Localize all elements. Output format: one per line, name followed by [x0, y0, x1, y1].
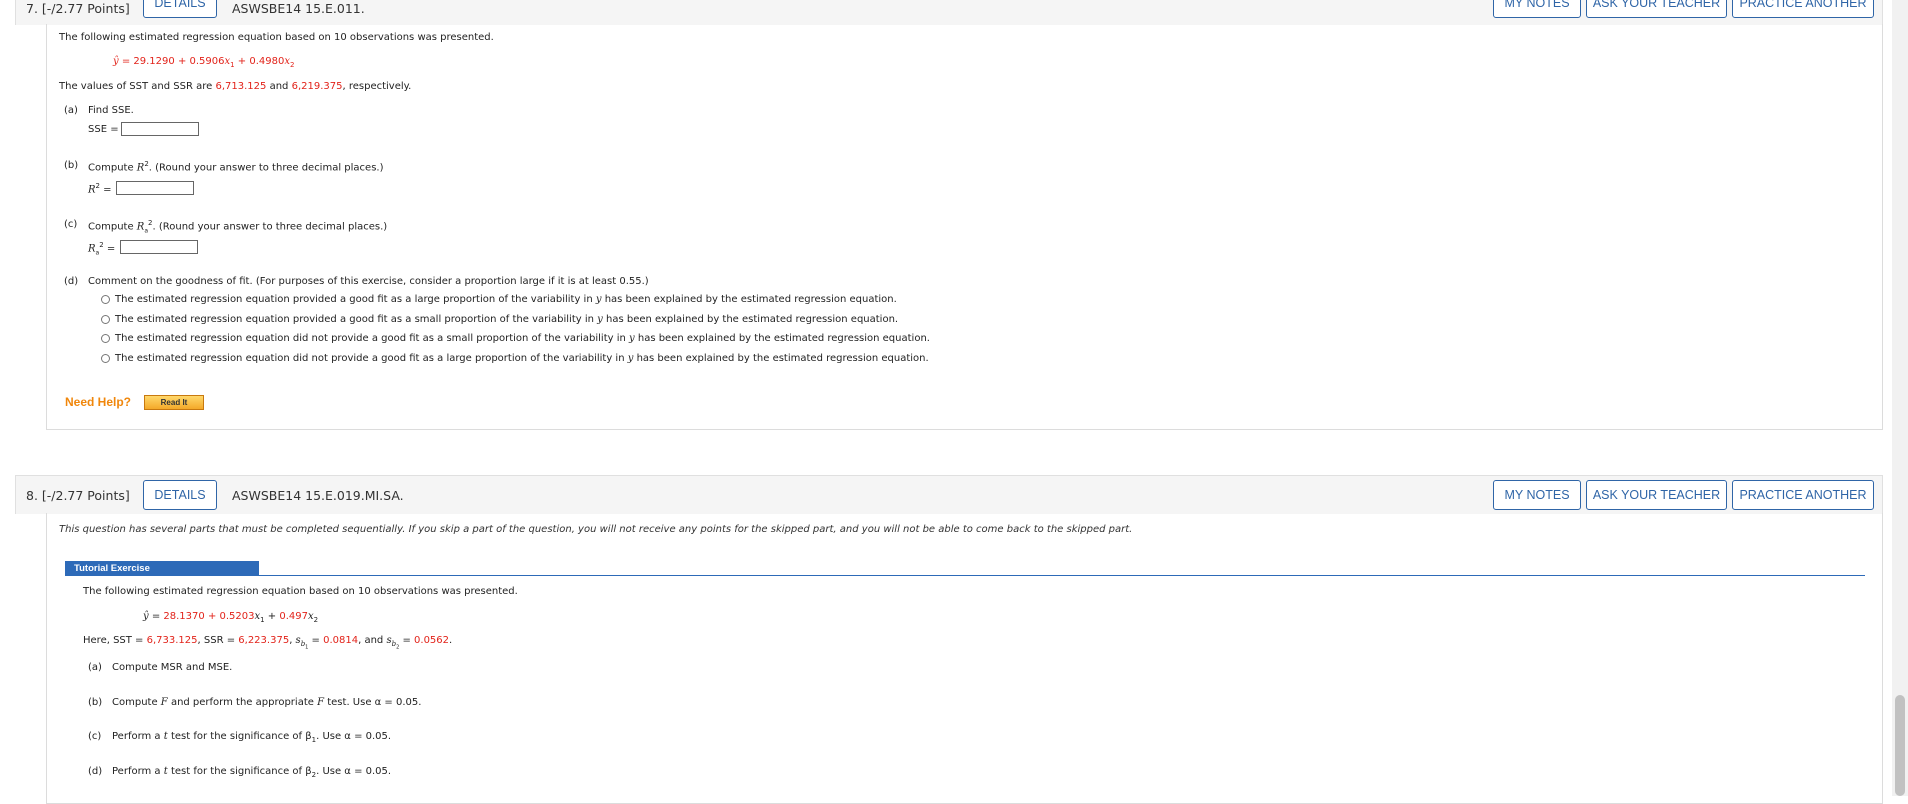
part-d-text: Comment on the goodness of fit. (For pur…	[88, 276, 649, 287]
option-4-radio[interactable]	[101, 354, 110, 363]
q8-part-a-label: (a)	[88, 662, 102, 673]
question-8-points: 8. [-/2.77 Points]	[26, 488, 130, 503]
sb2-value: 0.0562	[414, 635, 450, 646]
tutorial-exercise-tab: Tutorial Exercise	[65, 561, 259, 576]
q8-part-d-text: Perform a t test for the significance of…	[112, 766, 392, 779]
question-7-intro: The following estimated regression equat…	[59, 32, 494, 43]
q8-part-a-text: Compute MSR and MSE.	[112, 662, 233, 673]
question-8-ask-teacher-button[interactable]: ASK YOUR TEACHER	[1586, 480, 1727, 510]
sse-input[interactable]	[121, 122, 199, 136]
part-a-text: Find SSE.	[88, 105, 134, 116]
question-7-sst-ssr: The values of SST and SSR are 6,713.125 …	[59, 81, 412, 92]
question-8-header: 8. [-/2.77 Points] DETAILS ASWSBE14 15.E…	[15, 475, 1883, 514]
option-1-text: The estimated regression equation provid…	[115, 294, 897, 305]
question-7-details-button[interactable]: DETAILS	[143, 0, 217, 18]
q8-part-b-text: Compute F and perform the appropriate F …	[112, 697, 422, 708]
question-8-details-button[interactable]: DETAILS	[143, 480, 217, 510]
q8-part-c-label: (c)	[88, 731, 102, 742]
question-8-equation: ŷ = 28.1370 + 0.5203x1 + 0.497x2	[143, 611, 319, 624]
need-help-label: Need Help?	[65, 395, 132, 409]
question-8-intro: The following estimated regression equat…	[83, 586, 518, 597]
question-7-practice-another-button[interactable]: PRACTICE ANOTHER	[1732, 0, 1874, 18]
scrollbar-thumb[interactable]	[1895, 695, 1905, 796]
part-c-label: (c)	[64, 219, 78, 230]
question-7-ask-teacher-button[interactable]: ASK YOUR TEACHER	[1586, 0, 1727, 18]
option-2-radio[interactable]	[101, 315, 110, 324]
q8-part-b-label: (b)	[88, 697, 103, 708]
part-a-label: (a)	[64, 105, 78, 116]
option-4-text: The estimated regression equation did no…	[115, 353, 929, 364]
sst-value: 6,713.125	[215, 81, 267, 92]
adjusted-r2-label: Ra2 =	[88, 241, 116, 257]
question-8-practice-another-button[interactable]: PRACTICE ANOTHER	[1732, 480, 1874, 510]
q8-ssr-value: 6,223.375	[238, 635, 290, 646]
question-8-my-notes-button[interactable]: MY NOTES	[1493, 480, 1581, 510]
question-8-stats: Here, SST = 6,733.125, SSR = 6,223.375, …	[83, 635, 453, 651]
question-7-header: 7. [-/2.77 Points] DETAILS ASWSBE14 15.E…	[15, 0, 1883, 25]
part-c-text: Compute Ra2. (Round your answer to three…	[88, 219, 388, 235]
tutorial-divider	[65, 575, 1865, 576]
part-b-label: (b)	[64, 160, 79, 171]
r2-input[interactable]	[116, 181, 194, 195]
sse-label: SSE =	[88, 124, 119, 135]
option-3-text: The estimated regression equation did no…	[115, 333, 930, 344]
question-7-points: 7. [-/2.77 Points]	[26, 1, 130, 16]
sb1-value: 0.0814	[323, 635, 359, 646]
r2-label: R2 =	[88, 182, 112, 196]
option-3-radio[interactable]	[101, 334, 110, 343]
q8-part-d-label: (d)	[88, 766, 103, 777]
part-b-text: Compute R2. (Round your answer to three …	[88, 160, 384, 174]
option-1-radio[interactable]	[101, 295, 110, 304]
q8-part-c-text: Perform a t test for the significance of…	[112, 731, 392, 744]
part-d-label: (d)	[64, 276, 79, 287]
adjusted-r2-input[interactable]	[120, 240, 198, 254]
question-8-code: ASWSBE14 15.E.019.MI.SA.	[232, 488, 404, 503]
question-8-body	[46, 513, 1883, 804]
q8-sst-value: 6,733.125	[146, 635, 198, 646]
option-2-text: The estimated regression equation provid…	[115, 314, 899, 325]
question-7-equation: ŷ = 29.1290 + 0.5906x1 + 0.4980x2	[113, 56, 295, 69]
read-it-button[interactable]: Read It	[144, 395, 204, 410]
page-scrollbar[interactable]	[1892, 0, 1908, 796]
question-7-code: ASWSBE14 15.E.011.	[232, 1, 365, 16]
question-7-my-notes-button[interactable]: MY NOTES	[1493, 0, 1581, 18]
sequential-notice: This question has several parts that mus…	[59, 524, 1133, 535]
ssr-value: 6,219.375	[291, 81, 343, 92]
